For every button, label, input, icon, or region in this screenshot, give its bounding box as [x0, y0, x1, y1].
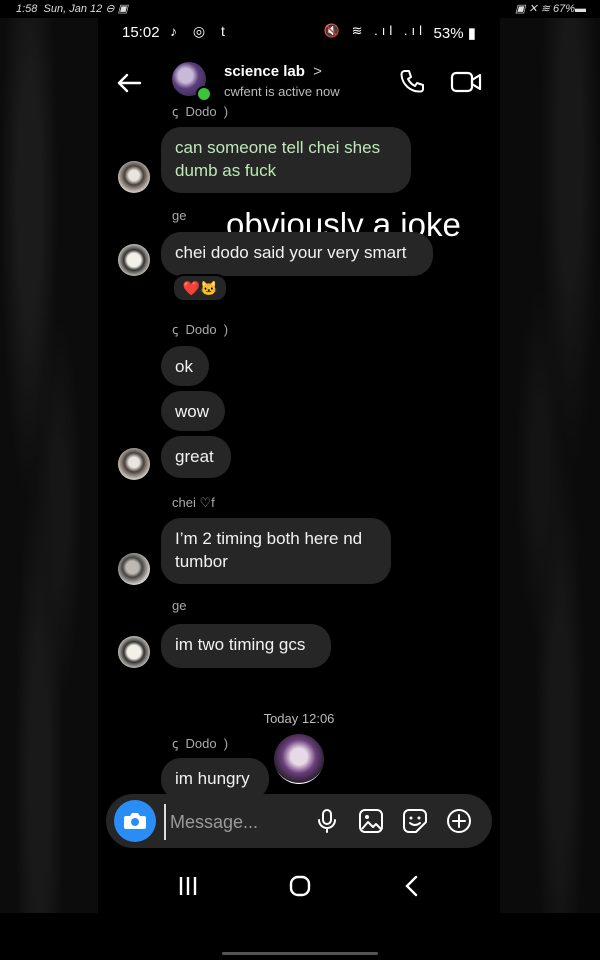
navigation-bar — [98, 866, 500, 906]
outer-status-bar: 1:58 Sun, Jan 12 ⊖ ▣ ▣ ✕ ≋ 67%▬ — [0, 0, 600, 18]
avatar[interactable] — [118, 448, 150, 480]
status-battery: 53% ▮ — [433, 25, 476, 42]
sender-label: chei ♡f — [172, 495, 215, 510]
reactions-badge[interactable]: ❤️🐱 — [172, 274, 228, 302]
avatar[interactable] — [118, 636, 150, 668]
video-icon[interactable] — [450, 68, 482, 96]
recents-icon[interactable] — [174, 874, 202, 898]
avatar[interactable] — [118, 161, 150, 193]
message-bubble[interactable]: great — [161, 436, 231, 478]
plus-icon[interactable] — [446, 808, 472, 834]
signal-icons: 🔇 ≋ .ıl .ıl — [323, 23, 426, 38]
sender-label: ꞔ Dodo ) — [172, 104, 229, 119]
sender-label: ꞔ Dodo ) — [172, 736, 229, 751]
message-bubble[interactable]: I’m 2 timing both here nd tumbor — [161, 518, 391, 584]
message-bubble[interactable]: ok — [161, 346, 209, 386]
chat-header: science lab > cwfent is active now — [98, 56, 500, 116]
status-bar: 15:02 ♪ ◎ t 🔇 ≋ .ıl .ıl 53% ▮ — [98, 18, 500, 46]
message-bubble[interactable]: can someone tell chei shes dumb as fuck — [161, 127, 411, 193]
message-bubble[interactable]: chei dodo said your very smart — [161, 232, 433, 276]
message-input[interactable] — [164, 804, 322, 840]
timestamp-divider: Today 12:06 — [263, 711, 335, 726]
camera-icon — [124, 813, 146, 829]
phone-icon[interactable] — [398, 68, 426, 96]
home-indicator — [222, 952, 378, 955]
right-wallpaper — [500, 18, 600, 913]
nav-back-icon[interactable] — [398, 874, 426, 898]
microphone-icon[interactable] — [314, 808, 340, 834]
back-arrow-icon[interactable] — [116, 70, 142, 96]
status-time: 15:02 — [122, 24, 160, 41]
home-icon[interactable] — [286, 874, 314, 898]
image-icon[interactable] — [358, 808, 384, 834]
seen-avatar-sticker[interactable] — [274, 734, 324, 784]
message-bubble[interactable]: im two timing gcs — [161, 624, 331, 668]
notification-icons: ♪ ◎ t — [170, 23, 231, 39]
sender-label: ge — [172, 598, 187, 613]
outer-battery: ▣ ✕ ≋ 67%▬ — [514, 3, 586, 15]
avatar[interactable] — [118, 244, 150, 276]
active-status-text: cwfent is active now — [224, 84, 340, 99]
message-bubble[interactable]: wow — [161, 391, 225, 431]
message-composer — [106, 794, 492, 848]
group-title[interactable]: science lab > — [224, 63, 322, 80]
camera-button[interactable] — [114, 800, 156, 842]
active-status-dot — [196, 86, 212, 102]
outer-time-date: 1:58 Sun, Jan 12 ⊖ ▣ — [16, 3, 128, 15]
left-wallpaper — [0, 18, 98, 913]
avatar[interactable] — [118, 553, 150, 585]
sender-label: ge — [172, 208, 187, 223]
sticker-icon[interactable] — [402, 808, 428, 834]
sender-label: ꞔ Dodo ) — [172, 322, 229, 337]
phone-screen: 15:02 ♪ ◎ t 🔇 ≋ .ıl .ıl 53% ▮ science la… — [98, 18, 500, 913]
